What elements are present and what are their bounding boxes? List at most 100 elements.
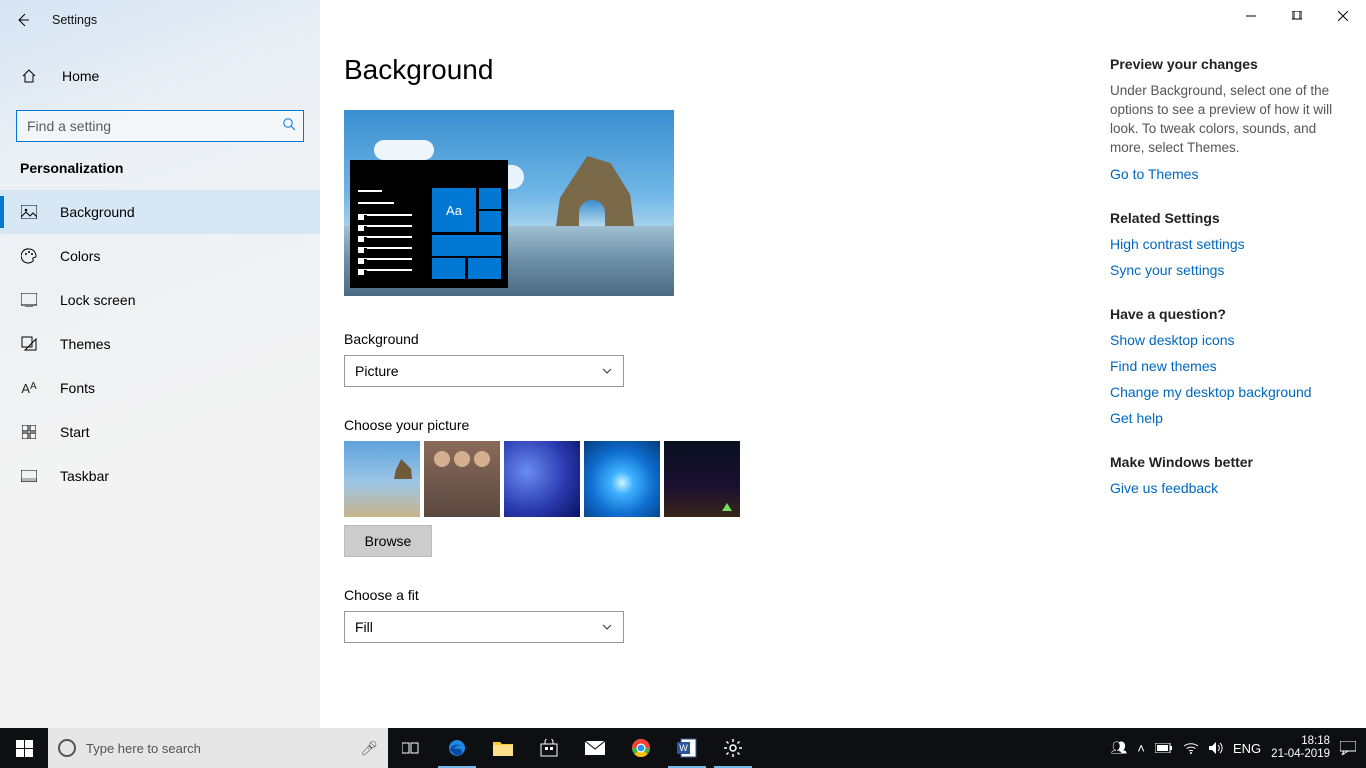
taskbar-app-settings[interactable]	[710, 728, 756, 768]
taskbar-app-word[interactable]: W	[664, 728, 710, 768]
mic-icon[interactable]: 🎤︎	[360, 740, 378, 757]
people-icon[interactable]: 👥︎	[1111, 740, 1128, 756]
arrow-left-icon	[15, 12, 31, 28]
picture-thumb[interactable]	[584, 441, 660, 517]
home-label: Home	[62, 68, 99, 84]
have-question-head: Have a question?	[1110, 306, 1342, 322]
task-view-button[interactable]	[388, 728, 434, 768]
sidebar-item-fonts[interactable]: AA Fonts	[0, 366, 320, 410]
back-button[interactable]	[0, 0, 46, 40]
taskbar: Type here to search 🎤︎ W 👥︎ ˄ ENG 18:18 …	[0, 728, 1366, 768]
battery-icon[interactable]	[1155, 743, 1173, 753]
sidebar-item-label: Background	[60, 204, 135, 220]
start-button[interactable]	[0, 728, 48, 768]
background-select[interactable]: Picture	[344, 355, 624, 387]
main-content: Background Aa	[320, 0, 1102, 728]
picture-thumb[interactable]	[664, 441, 740, 517]
system-tray: 👥︎ ˄ ENG 18:18 21-04-2019	[1101, 735, 1366, 761]
taskbar-app-edge[interactable]	[434, 728, 480, 768]
edge-icon	[447, 738, 467, 758]
sidebar-item-themes[interactable]: Themes	[0, 322, 320, 366]
taskbar-app-mail[interactable]	[572, 728, 618, 768]
window-title: Settings	[52, 13, 97, 27]
find-new-themes-link[interactable]: Find new themes	[1110, 358, 1342, 374]
background-select-value: Picture	[355, 363, 399, 379]
taskbar-app-chrome[interactable]	[618, 728, 664, 768]
category-header: Personalization	[0, 160, 320, 190]
fonts-icon: AA	[20, 381, 38, 396]
sidebar-item-lock-screen[interactable]: Lock screen	[0, 278, 320, 322]
sidebar-item-start[interactable]: Start	[0, 410, 320, 454]
close-button[interactable]	[1320, 0, 1366, 32]
picture-thumb[interactable]	[504, 441, 580, 517]
sync-settings-link[interactable]: Sync your settings	[1110, 262, 1342, 278]
search-input[interactable]	[16, 110, 304, 142]
store-icon	[540, 739, 558, 757]
picture-thumb[interactable]	[344, 441, 420, 517]
wifi-icon[interactable]	[1183, 742, 1199, 754]
clock-time: 18:18	[1271, 735, 1330, 748]
preview-start-mock: Aa	[350, 160, 508, 288]
minimize-icon	[1246, 11, 1256, 21]
preview-sample-text: Aa	[432, 188, 476, 232]
high-contrast-link[interactable]: High contrast settings	[1110, 236, 1342, 252]
tray-chevron-icon[interactable]: ˄	[1137, 741, 1145, 756]
cortana-icon	[58, 739, 76, 757]
sidebar-item-label: Themes	[60, 336, 111, 352]
taskbar-icon	[20, 470, 38, 482]
change-background-link[interactable]: Change my desktop background	[1110, 384, 1342, 400]
maximize-button[interactable]	[1274, 0, 1320, 32]
palette-icon	[20, 248, 38, 264]
language-indicator[interactable]: ENG	[1233, 741, 1261, 756]
choose-picture-label: Choose your picture	[344, 417, 1102, 433]
title-bar: Settings	[0, 0, 1366, 40]
show-desktop-icons-link[interactable]: Show desktop icons	[1110, 332, 1342, 348]
browse-button[interactable]: Browse	[344, 525, 432, 557]
sidebar-item-label: Fonts	[60, 380, 95, 396]
right-column: Preview your changes Under Background, s…	[1102, 0, 1366, 728]
gear-icon	[723, 738, 743, 758]
folder-icon	[493, 740, 513, 756]
start-icon	[20, 425, 38, 439]
clock-date: 21-04-2019	[1271, 748, 1330, 761]
preview-changes-body: Under Background, select one of the opti…	[1110, 82, 1342, 158]
task-view-icon	[402, 741, 420, 755]
taskbar-search[interactable]: Type here to search 🎤︎	[48, 728, 388, 768]
sidebar-item-taskbar[interactable]: Taskbar	[0, 454, 320, 498]
taskbar-app-explorer[interactable]	[480, 728, 526, 768]
picture-thumbnails	[344, 441, 1102, 517]
themes-icon	[20, 336, 38, 352]
action-center-icon[interactable]	[1340, 741, 1356, 755]
taskbar-app-store[interactable]	[526, 728, 572, 768]
chevron-down-icon	[601, 365, 613, 377]
get-help-link[interactable]: Get help	[1110, 410, 1342, 426]
picture-icon	[20, 205, 38, 219]
fit-select-value: Fill	[355, 619, 373, 635]
clock[interactable]: 18:18 21-04-2019	[1271, 735, 1330, 761]
choose-fit-label: Choose a fit	[344, 587, 1102, 603]
fit-select[interactable]: Fill	[344, 611, 624, 643]
lock-screen-icon	[20, 293, 38, 307]
make-windows-better-head: Make Windows better	[1110, 454, 1342, 470]
go-to-themes-link[interactable]: Go to Themes	[1110, 166, 1342, 182]
sidebar-item-label: Taskbar	[60, 468, 109, 484]
sidebar-item-background[interactable]: Background	[0, 190, 320, 234]
sidebar-item-label: Colors	[60, 248, 100, 264]
windows-logo-icon	[16, 740, 33, 757]
related-settings-head: Related Settings	[1110, 210, 1342, 226]
give-feedback-link[interactable]: Give us feedback	[1110, 480, 1342, 496]
home-nav[interactable]: Home	[0, 56, 320, 96]
chrome-icon	[631, 738, 651, 758]
volume-icon[interactable]	[1209, 742, 1223, 754]
background-preview: Aa	[344, 110, 674, 296]
chevron-down-icon	[601, 621, 613, 633]
background-label: Background	[344, 331, 1102, 347]
sidebar: Home Personalization Background Colors L…	[0, 0, 320, 728]
maximize-icon	[1292, 11, 1302, 21]
sidebar-item-colors[interactable]: Colors	[0, 234, 320, 278]
page-title: Background	[344, 54, 1102, 86]
minimize-button[interactable]	[1228, 0, 1274, 32]
preview-changes-head: Preview your changes	[1110, 56, 1342, 72]
picture-thumb[interactable]	[424, 441, 500, 517]
svg-text:W: W	[679, 743, 688, 753]
